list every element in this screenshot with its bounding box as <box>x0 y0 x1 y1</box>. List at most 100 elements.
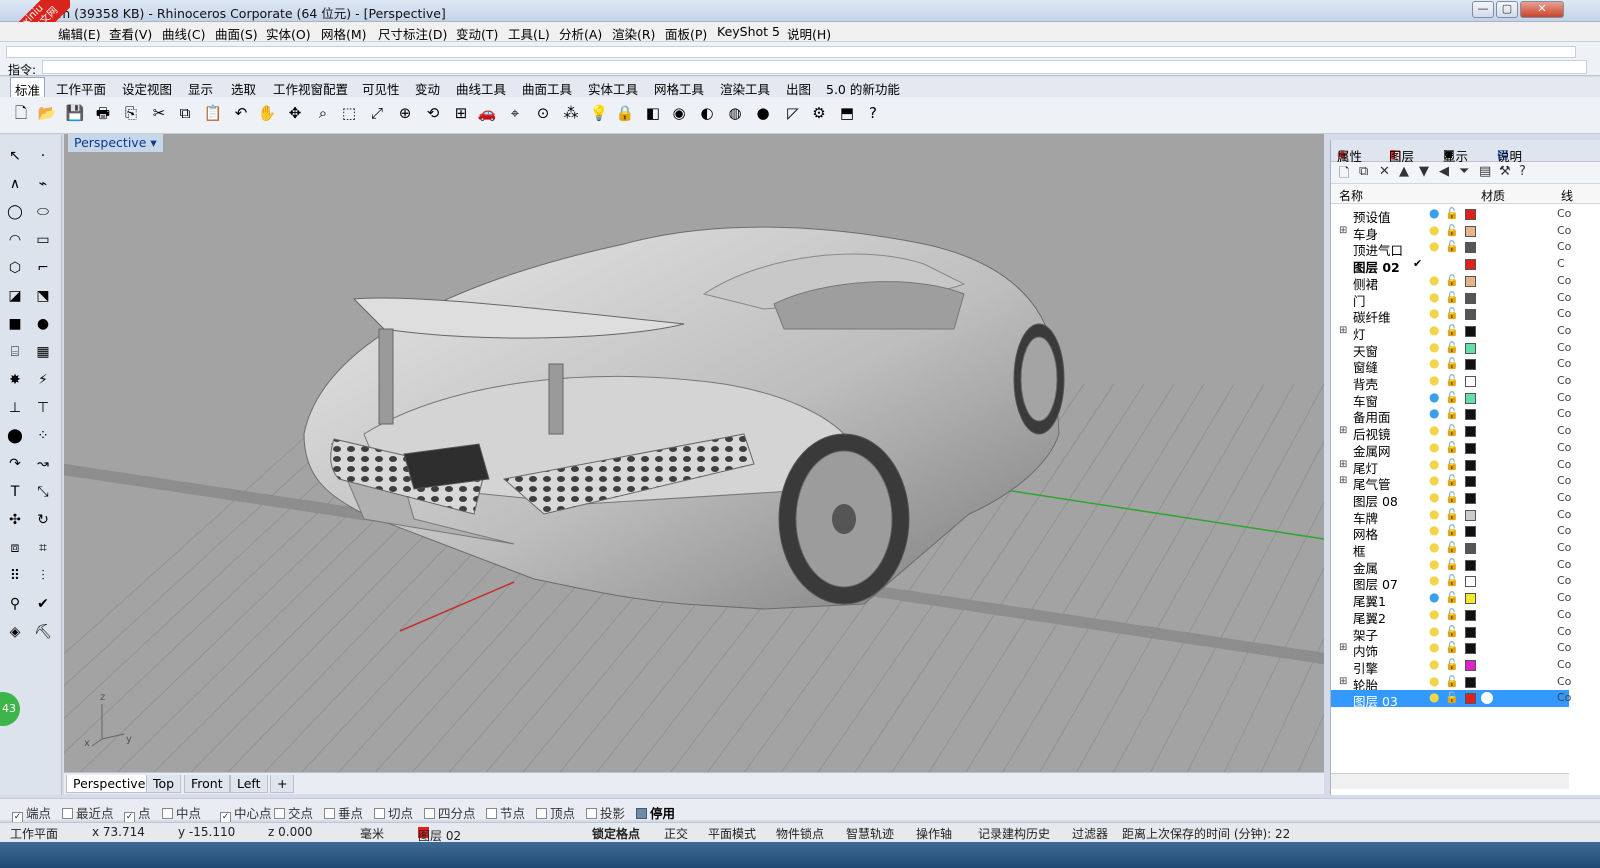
layer-color-swatch[interactable] <box>1465 643 1476 655</box>
zoom-icon[interactable]: ⌕ <box>312 102 334 124</box>
tab-select[interactable]: 选取 <box>227 79 260 98</box>
layer-color-swatch[interactable] <box>1465 593 1476 605</box>
arc-icon[interactable]: ◠ <box>4 229 26 251</box>
layer-linetype[interactable]: Co <box>1557 291 1571 304</box>
menu-tools[interactable]: 工具(L) <box>508 24 550 43</box>
layer-linetype[interactable]: Co <box>1557 541 1571 554</box>
expand-icon[interactable]: ⊞ <box>1339 459 1347 470</box>
polyline-icon[interactable]: ∧ <box>4 173 26 195</box>
join-icon[interactable]: ⊤ <box>32 397 54 419</box>
mesh-plane-icon[interactable]: ▦ <box>32 341 54 363</box>
explode-icon[interactable]: ✸ <box>4 369 26 391</box>
layer-color-swatch[interactable] <box>1465 626 1476 638</box>
help-icon[interactable]: ? <box>862 102 884 124</box>
delete-layer-icon[interactable]: ✕ <box>1379 164 1390 179</box>
expand-icon[interactable]: ⊞ <box>1339 475 1347 486</box>
layer-linetype[interactable]: Co <box>1557 374 1571 387</box>
unlock-icon[interactable]: 🔓 <box>1445 324 1459 337</box>
status-gumball[interactable]: 操作轴 <box>916 825 952 842</box>
lightbulb-icon[interactable]: ● <box>1429 624 1439 638</box>
tab-standard[interactable]: 标准 <box>10 77 46 98</box>
tab-drafting[interactable]: 出图 <box>782 79 815 98</box>
layer-color-swatch[interactable] <box>1465 609 1476 621</box>
tab-visibility[interactable]: 可见性 <box>358 79 404 98</box>
layer-linetype[interactable]: Co <box>1557 474 1571 487</box>
menu-curve[interactable]: 曲线(C) <box>162 24 205 43</box>
grid-snap-icon[interactable]: ⌖ <box>504 102 526 124</box>
unlock-icon[interactable]: 🔓 <box>1445 407 1459 420</box>
four-view-icon[interactable]: ⊞ <box>450 102 472 124</box>
circle-icon[interactable]: ◯ <box>4 201 26 223</box>
tab-set-view[interactable]: 设定视图 <box>118 79 176 98</box>
boolean-union-icon[interactable]: ⬤ <box>4 425 26 447</box>
layer-row[interactable]: 框 ● 🔓 Co <box>1331 540 1571 560</box>
layer-linetype[interactable]: Co <box>1557 274 1571 287</box>
layer-row[interactable]: 尾翼2 ● 🔓 Co <box>1331 607 1571 626</box>
layer-row[interactable]: 门 ● 🔓 Co <box>1331 290 1571 309</box>
ellipse-icon[interactable]: ⬭ <box>32 201 54 223</box>
lightbulb-icon[interactable]: ● <box>1429 607 1439 621</box>
unlock-icon[interactable]: 🔓 <box>1445 441 1459 454</box>
lightbulb-icon[interactable]: ● <box>1429 273 1439 287</box>
lightbulb-icon[interactable]: ● <box>1429 507 1439 521</box>
panel-horizontal-scrollbar[interactable] <box>1331 773 1569 789</box>
layer-color-swatch[interactable] <box>1465 559 1476 571</box>
perspective-viewport[interactable]: z y x Perspective ▾ <box>64 134 1324 772</box>
split-icon[interactable]: ⊥ <box>4 397 26 419</box>
osnap-option[interactable]: 最近点 <box>62 803 114 822</box>
unlock-icon[interactable]: 🔓 <box>1445 608 1459 621</box>
tab-display[interactable]: 显示 <box>184 79 217 98</box>
lightbulb-icon[interactable]: ● <box>1429 390 1439 404</box>
layer-color-swatch[interactable] <box>1465 359 1476 371</box>
layer-row[interactable]: 金属网 ● 🔓 Co <box>1331 440 1571 459</box>
points-icon[interactable]: ⁂ <box>560 102 582 124</box>
boolean-split-icon[interactable]: ⁘ <box>32 425 54 447</box>
check-icon[interactable]: ✔ <box>32 593 54 615</box>
layer-linetype[interactable]: Co <box>1557 508 1571 521</box>
layer-linetype[interactable]: Co <box>1557 574 1571 587</box>
tab-render-tools[interactable]: 渲染工具 <box>716 79 774 98</box>
osnap-checkbox[interactable] <box>274 808 285 819</box>
curve-points-icon[interactable]: ⌁ <box>32 173 54 195</box>
unlock-icon[interactable]: 🔓 <box>1445 374 1459 387</box>
status-ortho[interactable]: 正交 <box>664 825 688 842</box>
layer-linetype[interactable]: Co <box>1557 441 1571 454</box>
layer-row[interactable]: ⊞ 后视镜 ● 🔓 Co <box>1331 423 1571 443</box>
expand-icon[interactable]: ⊞ <box>1339 642 1347 653</box>
close-button[interactable]: ✕ <box>1520 1 1564 18</box>
layer-color-swatch[interactable] <box>1465 275 1476 287</box>
menu-surface[interactable]: 曲面(S) <box>215 24 258 43</box>
layer-row[interactable]: 背壳 ● 🔓 Co <box>1331 373 1571 393</box>
layer-color-swatch[interactable] <box>1465 259 1476 271</box>
osnap-option[interactable]: 四分点 <box>424 803 476 822</box>
status-planar[interactable]: 平面模式 <box>708 825 756 842</box>
unlock-icon[interactable]: 🔓 <box>1445 658 1459 671</box>
layer-linetype[interactable]: Co <box>1557 458 1571 471</box>
lock-icon[interactable]: 🔒 <box>614 102 636 124</box>
layer-linetype[interactable]: Co <box>1557 524 1571 537</box>
layer-row[interactable]: 尾翼1 ● 🔓 Co <box>1331 590 1571 610</box>
fillet-edge-icon[interactable]: ↷ <box>4 453 26 475</box>
layer-row[interactable]: 预设值 ● 🔓 Co <box>1331 206 1571 226</box>
lightbulb-icon[interactable]: ● <box>1429 307 1439 320</box>
align-icon[interactable]: ⫶ <box>32 565 54 587</box>
lightbulb-icon[interactable]: ● <box>1429 357 1439 370</box>
unlock-icon[interactable]: 🔓 <box>1445 625 1459 638</box>
layer-color-swatch[interactable] <box>1465 576 1476 588</box>
layer-linetype[interactable]: Co <box>1557 324 1571 337</box>
viewport-title[interactable]: Perspective ▾ <box>68 134 163 152</box>
lightbulb-icon[interactable]: ● <box>1429 440 1439 454</box>
rectangle-icon[interactable]: ▭ <box>32 229 54 251</box>
status-smarttrack[interactable]: 智慧轨迹 <box>846 825 894 842</box>
layer-icon[interactable]: ◧ <box>642 102 664 124</box>
zoom-window-icon[interactable]: ⬚ <box>338 102 360 124</box>
layer-states-icon[interactable]: ▤ <box>1479 164 1491 179</box>
lightbulb-icon[interactable]: ● <box>1429 557 1439 571</box>
layer-linetype[interactable]: Co <box>1557 207 1571 220</box>
move-down-icon[interactable]: ▼ <box>1419 164 1429 179</box>
status-grid-snap[interactable]: 锁定格点 <box>592 825 640 842</box>
tab-mesh-tools[interactable]: 网格工具 <box>650 79 708 98</box>
layer-row[interactable]: 车窗 ● 🔓 Co <box>1331 390 1571 409</box>
osnap-checkbox[interactable] <box>162 808 173 819</box>
layer-row[interactable]: 窗缝 ● 🔓 Co <box>1331 356 1571 376</box>
